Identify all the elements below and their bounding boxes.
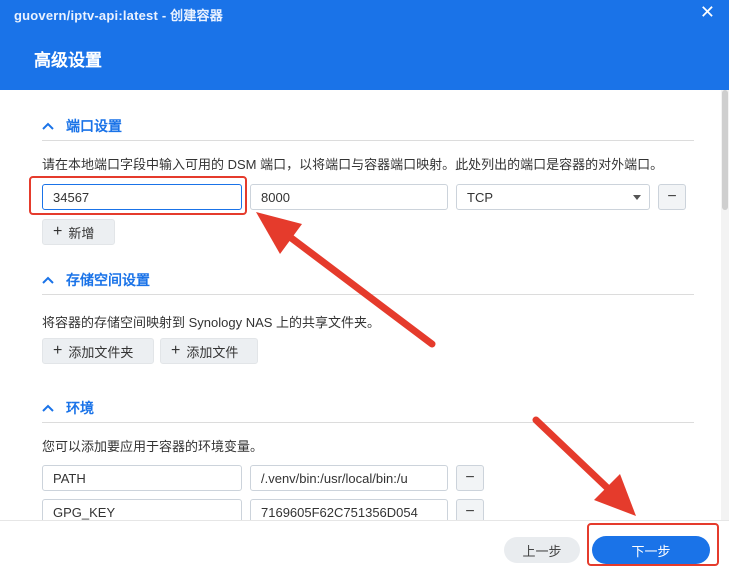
annotation-arrow-next xyxy=(532,416,636,516)
annotation-arrows xyxy=(256,212,636,516)
annotation-arrow-port xyxy=(256,212,436,348)
